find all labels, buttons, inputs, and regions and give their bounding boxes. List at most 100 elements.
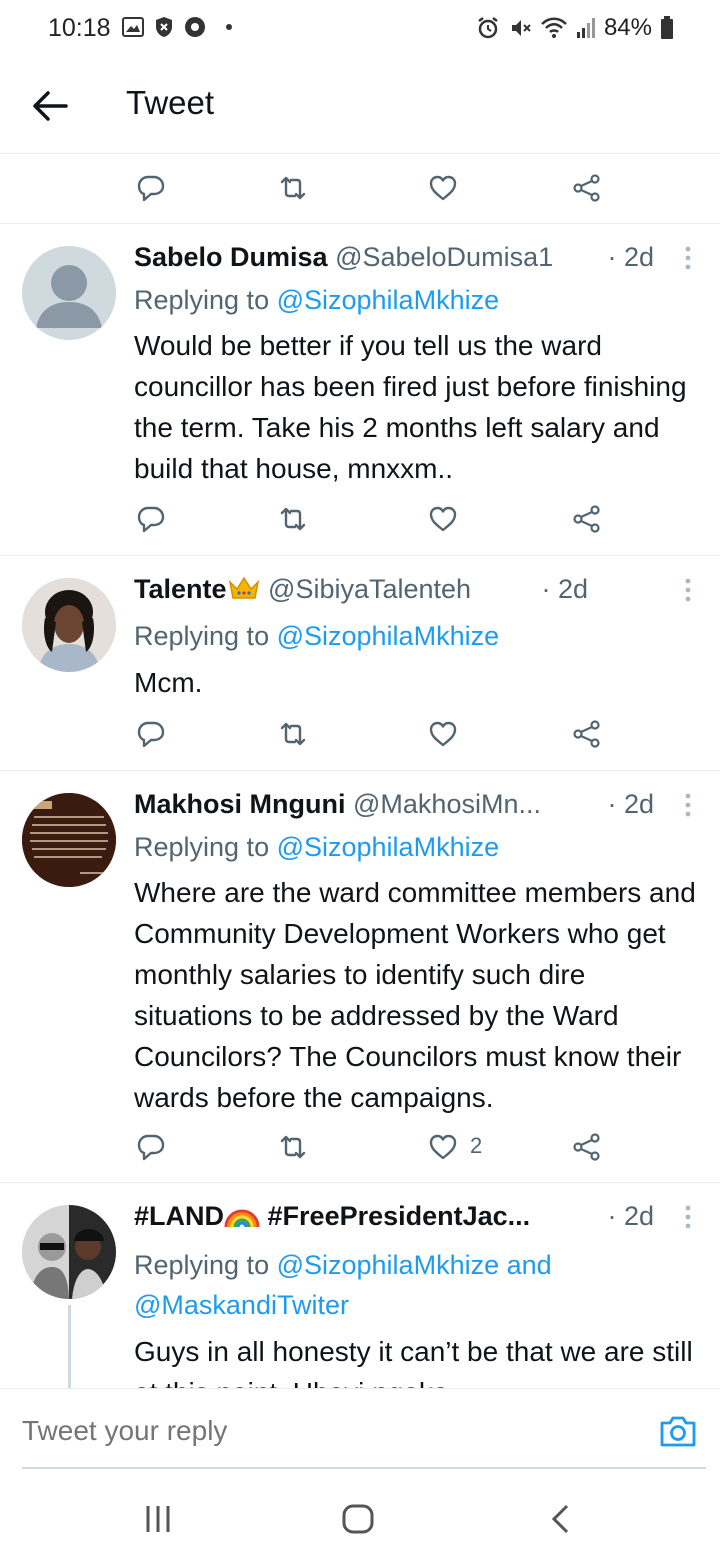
- tweet-author[interactable]: Talente @SibiyaTalenteh: [134, 574, 471, 605]
- mention-link[interactable]: @SizophilaMkhize: [277, 285, 500, 315]
- retweet-icon: [280, 1135, 306, 1159]
- avatar[interactable]: [22, 246, 116, 340]
- wifi-icon: [541, 17, 567, 38]
- profile-photo-icon: [22, 1205, 116, 1299]
- battery-icon: [661, 16, 673, 39]
- more-options-icon[interactable]: [684, 246, 692, 270]
- more-options-icon[interactable]: [684, 1205, 692, 1229]
- replying-to: Replying to @SizophilaMkhize: [134, 827, 499, 867]
- share-button[interactable]: [572, 716, 612, 752]
- retweet-button[interactable]: [278, 501, 318, 537]
- default-user-icon: [36, 265, 102, 328]
- reply-tweet[interactable]: Makhosi Mnguni @MakhosiMn... · 2d Replyi…: [0, 771, 720, 1182]
- back-arrow-icon[interactable]: [30, 88, 70, 124]
- notification-icons: [122, 16, 232, 38]
- quote-image-icon: [22, 793, 116, 887]
- home-icon[interactable]: [342, 1504, 374, 1534]
- retweet-button[interactable]: [278, 170, 318, 206]
- retweet-icon: [280, 507, 306, 531]
- author-handle: @SibiyaTalenteh: [268, 574, 472, 604]
- heart-icon: [429, 175, 457, 201]
- replying-to: Replying to @SizophilaMkhize: [134, 280, 499, 320]
- replying-to: Replying to @SizophilaMkhize: [134, 616, 499, 656]
- tweet-text: Mcm.: [134, 667, 203, 698]
- thread-line: [68, 1305, 71, 1388]
- reply-input[interactable]: [22, 1415, 622, 1447]
- reply-icon: [137, 506, 165, 533]
- tweet-author[interactable]: #LAND #FreePresidentJac...: [134, 1201, 530, 1232]
- signal-icon: [576, 18, 595, 38]
- tweet-actions: 2: [0, 1117, 720, 1177]
- author-name-suffix: #FreePresidentJac...: [267, 1201, 531, 1231]
- mention-link[interactable]: @SizophilaMkhize: [277, 832, 500, 862]
- share-icon: [573, 505, 600, 533]
- replying-prefix: Replying to: [134, 832, 277, 862]
- reply-tweet[interactable]: Sabelo Dumisa @SabeloDumisa1 · 2d Replyi…: [0, 224, 720, 555]
- like-count: 2: [470, 1133, 483, 1158]
- reply-tweet[interactable]: Talente @SibiyaTalenteh · 2d Replying to…: [0, 556, 720, 770]
- rainbow-emoji-icon: [224, 1209, 260, 1228]
- like-button[interactable]: [428, 170, 468, 206]
- tweet-time: · 2d: [541, 574, 588, 604]
- reply-button[interactable]: [136, 170, 176, 206]
- mention-link[interactable]: @MaskandiTwiter: [134, 1290, 349, 1320]
- input-underline: [22, 1467, 706, 1469]
- share-button[interactable]: [572, 501, 612, 537]
- reply-icon: [137, 175, 165, 202]
- profile-photo-icon: [22, 578, 116, 672]
- avatar[interactable]: [22, 1205, 116, 1299]
- tweet-text: Would be better if you tell us the ward …: [134, 330, 687, 484]
- tweet-time: · 2d: [607, 789, 654, 819]
- like-button[interactable]: [428, 501, 468, 537]
- heart-icon: [429, 1134, 457, 1160]
- reply-button[interactable]: [136, 716, 176, 752]
- tweet-author[interactable]: Sabelo Dumisa @SabeloDumisa1: [134, 242, 553, 273]
- avatar[interactable]: [22, 578, 116, 672]
- retweet-icon: [280, 722, 306, 746]
- recent-apps-icon[interactable]: [144, 1504, 172, 1534]
- share-button[interactable]: [572, 1129, 612, 1165]
- retweet-icon: [280, 176, 306, 200]
- author-name: Talente: [134, 574, 227, 604]
- more-options-icon[interactable]: [684, 793, 692, 817]
- more-options-icon[interactable]: [684, 578, 692, 602]
- mention-link[interactable]: @SizophilaMkhize: [277, 621, 500, 651]
- share-button[interactable]: [572, 170, 612, 206]
- retweet-button[interactable]: [278, 716, 318, 752]
- tweet-author[interactable]: Makhosi Mnguni @MakhosiMn...: [134, 789, 541, 820]
- like-button[interactable]: [428, 716, 468, 752]
- mute-icon: [511, 20, 531, 36]
- alarm-icon: [478, 17, 498, 39]
- reply-button[interactable]: [136, 501, 176, 537]
- author-handle: @MakhosiMn...: [353, 789, 541, 819]
- battery-percent: 84%: [603, 14, 652, 41]
- replying-prefix: Replying to: [134, 621, 277, 651]
- like-button[interactable]: [428, 1129, 468, 1165]
- share-icon: [573, 720, 600, 748]
- author-name: Sabelo Dumisa: [134, 242, 328, 272]
- tweet-time: · 2d: [607, 242, 654, 272]
- page-title: Tweet: [126, 84, 215, 121]
- reply-icon: [137, 1134, 165, 1161]
- system-icons: 84%: [476, 14, 674, 42]
- top-app-bar: Tweet: [0, 58, 720, 154]
- replying-to-2: @MaskandiTwiter: [134, 1285, 349, 1325]
- heart-icon: [429, 506, 457, 532]
- replying-prefix: Replying to: [134, 1250, 277, 1280]
- heart-icon: [429, 721, 457, 747]
- reply-button[interactable]: [136, 1129, 176, 1165]
- tweet-time: · 2d: [607, 1201, 654, 1231]
- avatar[interactable]: [22, 793, 116, 887]
- author-name: #LAND: [134, 1201, 225, 1231]
- share-icon: [573, 1133, 600, 1161]
- system-nav-bar: [0, 1470, 720, 1560]
- shield-icon: [156, 17, 172, 37]
- tweet-actions: [0, 704, 720, 764]
- retweet-button[interactable]: [278, 1129, 318, 1165]
- gallery-icon: [122, 17, 144, 37]
- nav-back-icon[interactable]: [548, 1504, 572, 1534]
- mention-link[interactable]: @SizophilaMkhize and: [277, 1250, 552, 1280]
- camera-icon[interactable]: [658, 1413, 698, 1449]
- notification-dot-icon: [226, 24, 232, 30]
- reply-tweet[interactable]: #LAND #FreePresidentJac... · 2d Replying…: [0, 1183, 720, 1388]
